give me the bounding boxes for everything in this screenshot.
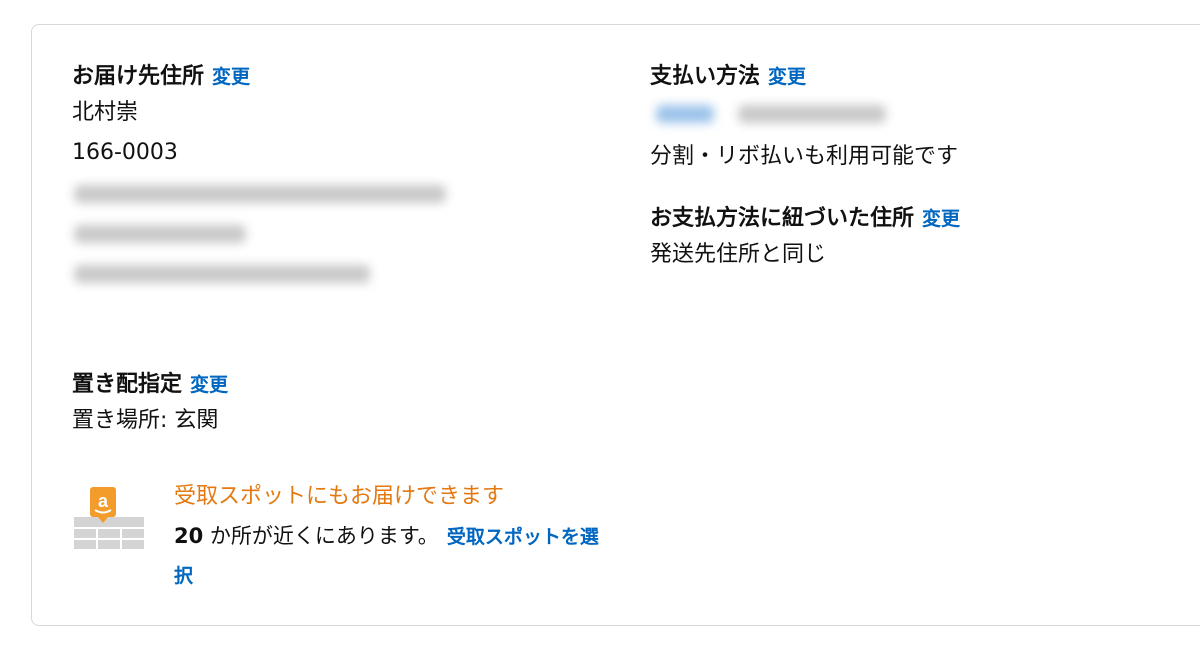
- pickup-spot-title: 受取スポットにもお届けできます: [174, 484, 505, 509]
- address-line-redacted-1: [72, 173, 612, 213]
- postal-code: 166-0003: [72, 140, 178, 165]
- billing-address-heading-text: お支払方法に紐づいた住所: [650, 206, 915, 231]
- payment-method-heading-text: 支払い方法: [650, 64, 761, 89]
- payment-method-section: 支払い方法 変更 分割・リボ払いも利用可能です お支払方法に紐づいた住所 変更 発送…: [650, 61, 1190, 275]
- card-number-redacted: [738, 105, 886, 123]
- payment-card-redacted: [650, 93, 1190, 137]
- pickup-spot-text: 受取スポットにもお届けできます 20 か所が近くにあります。 受取スポットを選択: [174, 477, 614, 595]
- billing-address-heading: お支払方法に紐づいた住所 変更: [650, 203, 1190, 235]
- shipping-address-section: お届け先住所 変更 北村崇 166-0003: [72, 61, 612, 293]
- delivery-instructions-heading-text: 置き配指定: [72, 372, 183, 397]
- delivery-instructions-change-link[interactable]: 変更: [190, 374, 228, 396]
- billing-address-value: 発送先住所と同じ: [650, 242, 827, 267]
- payment-method-change-link[interactable]: 変更: [768, 66, 806, 88]
- card-brand-logo-redacted: [656, 105, 714, 123]
- delivery-location: 置き場所: 玄関: [72, 408, 219, 433]
- shipping-address-heading-text: お届け先住所: [72, 64, 205, 89]
- payment-method-heading: 支払い方法 変更: [650, 61, 1190, 93]
- phone-line-redacted: [72, 253, 612, 293]
- amazon-locker-icon: a: [74, 487, 144, 549]
- installment-note: 分割・リボ払いも利用可能です: [650, 144, 959, 169]
- delivery-instructions-heading: 置き配指定 変更: [72, 369, 612, 401]
- pickup-spot-body: 20 か所が近くにあります。 受取スポットを選択: [174, 517, 614, 595]
- shipping-address-change-link[interactable]: 変更: [212, 66, 250, 88]
- recipient-name: 北村崇: [72, 100, 139, 125]
- shipping-address-heading: お届け先住所 変更: [72, 61, 612, 93]
- checkout-summary-card: お届け先住所変更 北村崇 166-0003 置き配指定変更 置き場所: 玄関: [31, 24, 1200, 626]
- address-line-redacted-2: [72, 213, 612, 253]
- svg-text:a: a: [98, 491, 109, 511]
- delivery-instructions-section: 置き配指定 変更 置き場所: 玄関: [72, 369, 612, 441]
- pickup-spot-count-suffix: か所が近くにあります。: [203, 524, 439, 548]
- pickup-spot-count: 20: [174, 524, 204, 548]
- billing-address-change-link[interactable]: 変更: [922, 208, 960, 230]
